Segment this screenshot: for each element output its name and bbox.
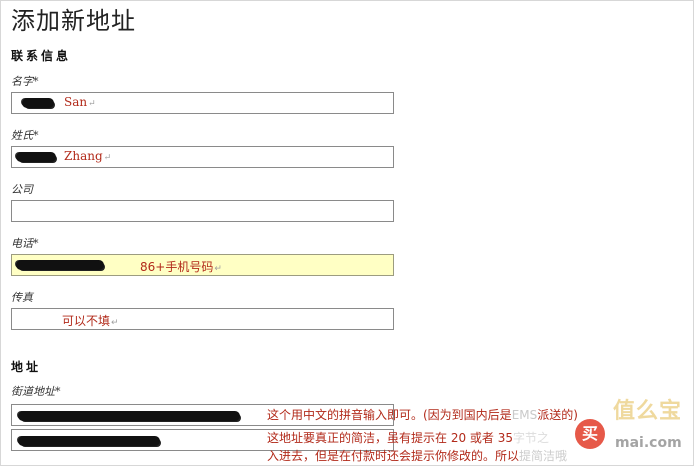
phone-label: 电话*	[11, 237, 39, 250]
last-name-label: 姓氏*	[11, 129, 39, 142]
contact-section-title: 联系信息	[11, 49, 72, 63]
first-name-note: San↵	[64, 95, 96, 109]
watermark-bottom-text: mai.com	[615, 435, 682, 451]
street-address-label: 街道地址*	[11, 385, 61, 398]
address-note-line1: 这个用中文的拼音输入即可。(因为到国内后是EMS派送的)	[267, 408, 578, 422]
watermark-top-text: 值么宝	[613, 399, 683, 424]
page-frame: 添加新地址 联系信息 名字* San↵ 姓氏* Zhang↵ 公司 电话* 86…	[0, 0, 694, 466]
last-name-note: Zhang↵	[64, 149, 112, 163]
redaction-scribble	[18, 411, 240, 421]
last-name-field[interactable]: Zhang↵	[11, 146, 394, 168]
phone-field[interactable]: 86+手机号码↵	[11, 254, 394, 276]
watermark-badge-icon: 买	[575, 419, 605, 449]
company-label: 公司	[11, 183, 33, 196]
redaction-scribble	[16, 260, 104, 270]
fax-note: 可以不填↵	[62, 314, 119, 328]
first-name-field[interactable]: San↵	[11, 92, 394, 114]
company-field[interactable]	[11, 200, 394, 222]
fax-field[interactable]: 可以不填↵	[11, 308, 394, 330]
redaction-scribble	[16, 152, 56, 162]
page-title: 添加新地址	[11, 7, 136, 35]
first-name-label: 名字*	[11, 75, 39, 88]
phone-note: 86+手机号码↵	[140, 260, 222, 274]
redaction-scribble	[22, 98, 54, 108]
site-watermark: 值么宝 买 mai.com	[535, 391, 685, 461]
redaction-scribble	[18, 436, 160, 446]
address-section-title: 地址	[11, 360, 42, 374]
address-note-line3: 入进去，但是在付款时还会提示你修改的。所以提简洁哦	[267, 449, 568, 463]
fax-label: 传真	[11, 291, 33, 304]
address-note-line2: 这地址要真正的简洁，虽有提示在 20 或者 35字节之	[267, 431, 549, 445]
